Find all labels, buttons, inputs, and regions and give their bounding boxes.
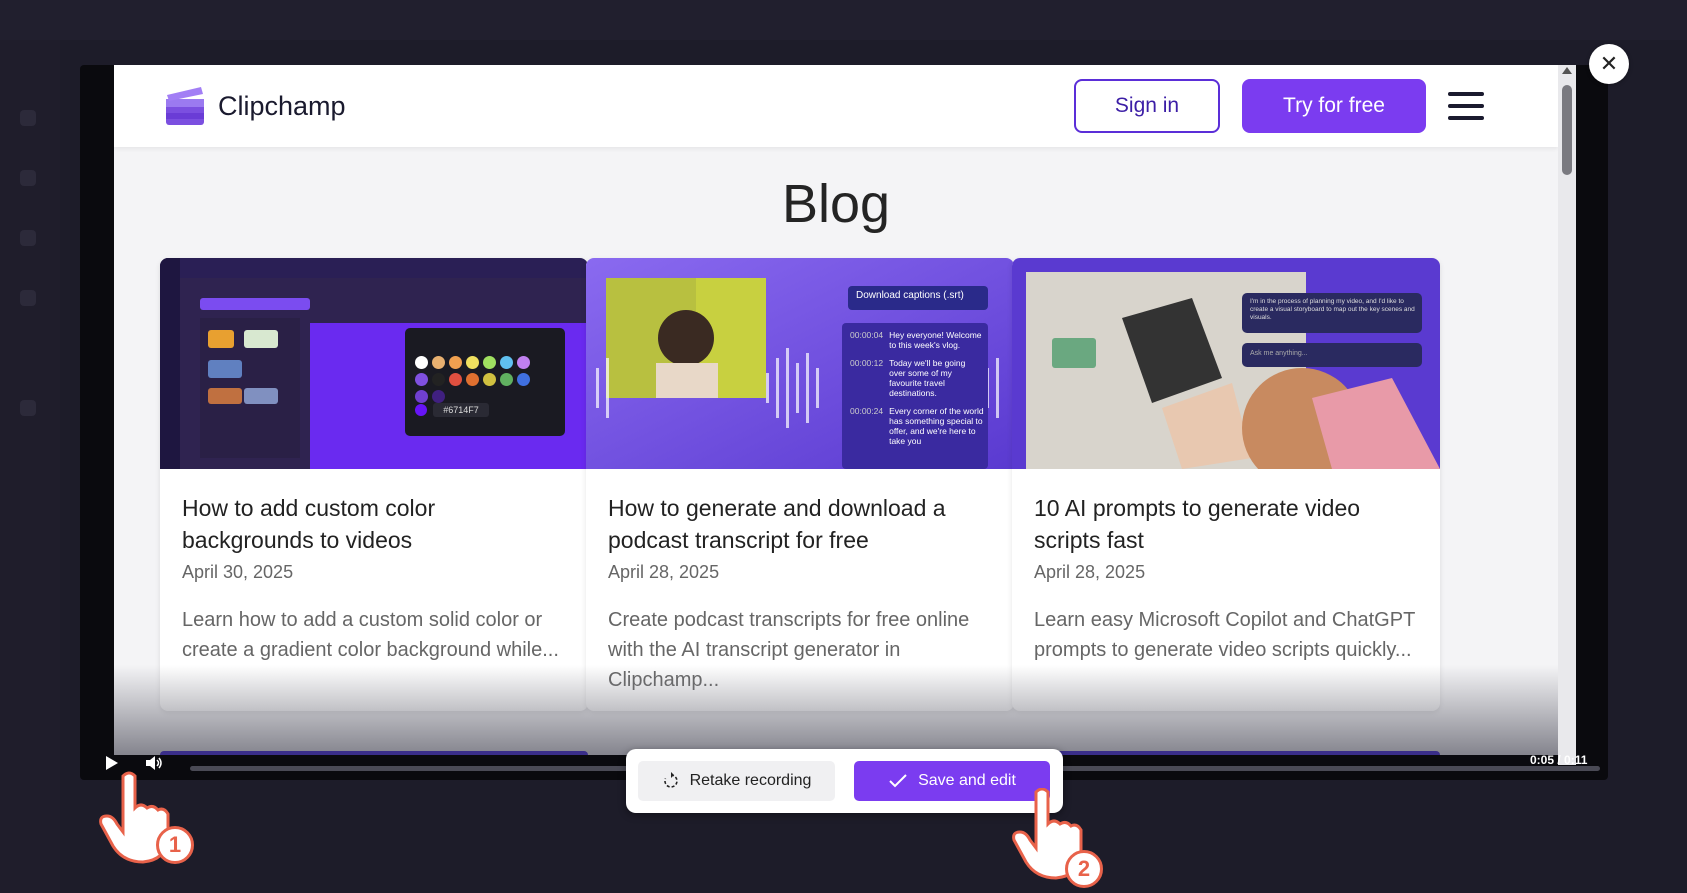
- sidebar-icon: [20, 110, 36, 126]
- site-header: Clipchamp Sign in Try for free: [114, 65, 1558, 147]
- color-swatches: [415, 356, 545, 403]
- sidebar-icon: [20, 400, 36, 416]
- card-title[interactable]: How to add custom color backgrounds to v…: [182, 492, 572, 556]
- card-thumbnail: I'm in the process of planning my video,…: [1012, 258, 1440, 469]
- card-thumbnail: Download captions (.srt) 00:00:04 Hey eve…: [586, 258, 1014, 469]
- app-topbar: [0, 0, 1687, 40]
- download-captions-button: Download captions (.srt): [856, 290, 964, 301]
- app-sidebar: [0, 40, 60, 893]
- card-thumbnail: #6714F7: [160, 258, 588, 469]
- sidebar-icon: [20, 230, 36, 246]
- retake-recording-button[interactable]: Retake recording: [638, 761, 835, 801]
- page-scrollbar[interactable]: [1558, 65, 1576, 765]
- step-badge-2: 2: [1065, 850, 1103, 888]
- caption-list: 00:00:04 Hey everyone! Welcome to this we…: [850, 330, 984, 446]
- ai-ask-input: Ask me anything...: [1250, 350, 1308, 357]
- card-date: April 28, 2025: [608, 562, 720, 582]
- blog-card[interactable]: Download captions (.srt) 00:00:04 Hey eve…: [586, 258, 1014, 711]
- step-badge-1: 1: [156, 826, 194, 864]
- page-title: Blog: [781, 174, 891, 234]
- try-for-free-button[interactable]: Try for free: [1242, 79, 1426, 133]
- bottom-fade-overlay: [114, 665, 1558, 755]
- sign-in-button[interactable]: Sign in: [1074, 79, 1220, 133]
- scroll-up-icon[interactable]: [1562, 67, 1572, 74]
- clipchamp-logo[interactable]: Clipchamp: [164, 85, 346, 127]
- blog-card[interactable]: #6714F7 How to add custom color backgrou…: [160, 258, 588, 711]
- hamburger-menu-icon[interactable]: [1448, 92, 1484, 120]
- close-icon[interactable]: ✕: [1589, 44, 1629, 84]
- card-date: April 30, 2025: [182, 562, 294, 582]
- card-description: Learn easy Microsoft Copilot and ChatGPT…: [1034, 609, 1415, 661]
- retake-icon: [663, 772, 678, 788]
- card-title[interactable]: 10 AI prompts to generate video scripts …: [1034, 492, 1424, 556]
- brand-name: Clipchamp: [218, 90, 346, 121]
- website-preview: Clipchamp Sign in Try for free Blog #671…: [114, 65, 1558, 755]
- sidebar-icon: [20, 170, 36, 186]
- selected-color-dot: [415, 404, 427, 416]
- sidebar-icon: [20, 290, 36, 306]
- card-description: Learn how to add a custom solid color or…: [182, 609, 559, 661]
- blog-card[interactable]: I'm in the process of planning my video,…: [1012, 258, 1440, 711]
- card-title[interactable]: How to generate and download a podcast t…: [608, 492, 998, 556]
- retake-recording-label: Retake recording: [689, 772, 812, 789]
- clipchamp-logo-icon: [164, 85, 206, 127]
- checkmark-icon: [889, 774, 907, 788]
- recording-action-bar: Retake recording Save and edit: [626, 749, 1063, 813]
- recording-preview-player: Clipchamp Sign in Try for free Blog #671…: [80, 65, 1608, 780]
- scroll-thumb[interactable]: [1562, 85, 1572, 175]
- save-and-edit-label: Save and edit: [918, 772, 1016, 789]
- card-date: April 28, 2025: [1034, 562, 1146, 582]
- hex-input: #6714F7: [433, 403, 489, 417]
- ai-chat-message: I'm in the process of planning my video,…: [1250, 298, 1415, 321]
- playback-time: 0:05 / 0:11: [1530, 753, 1588, 767]
